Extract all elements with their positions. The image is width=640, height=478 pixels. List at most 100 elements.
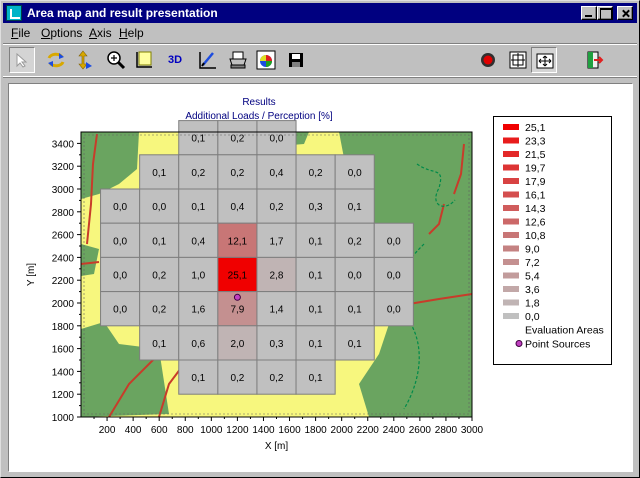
save-icon (289, 53, 303, 67)
y-tick-label: 1600 (52, 345, 75, 356)
cell-value-label: 0,2 (152, 271, 166, 282)
cell-value-label: 1,7 (270, 236, 284, 247)
x-axis-label: X [m] (265, 441, 289, 452)
legend-swatch (503, 299, 519, 306)
cell-value-label: 0,1 (191, 134, 205, 145)
legend-swatch (503, 137, 519, 144)
x-tick-label: 800 (177, 425, 194, 436)
axis-frame-icon (136, 51, 152, 68)
cell-value-label: 0,4 (270, 168, 284, 179)
menu-options-mnemonic: O (41, 26, 51, 40)
legend-label: 16,1 (525, 190, 546, 202)
close-button[interactable] (617, 6, 633, 20)
zoom-button[interactable] (103, 47, 129, 73)
point-source-marker (233, 293, 241, 301)
record-icon (481, 53, 495, 67)
cell-value-label: 0,1 (309, 339, 323, 350)
cell-value-label: 0,6 (191, 339, 205, 350)
cell-value-label: 0,0 (387, 271, 401, 282)
y-tick-label: 2200 (52, 276, 75, 287)
menu-help[interactable]: Help (119, 26, 144, 40)
legend-swatch (503, 245, 519, 252)
menu-file[interactable]: File (11, 26, 30, 40)
x-tick-label: 2800 (435, 425, 458, 436)
rotate-button[interactable] (43, 47, 69, 73)
axis-frame-button[interactable] (131, 47, 157, 73)
minimize-button[interactable] (581, 6, 597, 20)
legend-label: 19,7 (525, 163, 546, 175)
fit-view-icon (509, 51, 527, 69)
print-icon (229, 51, 247, 69)
cell-value-label: 0,0 (113, 202, 127, 213)
legend-swatch (503, 232, 519, 238)
fit-page-button[interactable] (531, 47, 557, 73)
title-bar[interactable]: Area map and result presentation (3, 3, 637, 23)
maximize-button[interactable] (597, 6, 613, 20)
x-tick-label: 2400 (383, 425, 406, 436)
cell-value-label: 7,9 (230, 305, 244, 316)
menu-help-rest: elp (127, 26, 144, 40)
legend-label: 0,0 (525, 311, 540, 323)
cell-value-label: 0,3 (309, 202, 323, 213)
legend-swatch (503, 218, 519, 225)
move-vertical-button[interactable] (71, 47, 97, 73)
vertical-arrows-icon (78, 50, 92, 70)
heatmap-plot[interactable]: 0,1 0,2 0,0 0,1 0,2 0,2 0,4 0,2 0,0 0,0 0,0 0,1 0,4 0… (9, 84, 497, 473)
menu-file-rest: ile (18, 26, 31, 40)
y-axis-label: Y [m] (26, 263, 37, 286)
cell-value-label: 0,0 (113, 236, 127, 247)
draw-button[interactable] (195, 47, 221, 73)
y-tick-label: 2400 (52, 253, 75, 264)
3d-icon: 3D (168, 54, 183, 66)
select-tool-button[interactable] (9, 47, 35, 73)
x-tick-label: 2000 (331, 425, 354, 436)
fit-view-button[interactable] (505, 47, 531, 73)
legend-point-sources: Point Sources (525, 339, 590, 351)
zoom-icon (107, 51, 126, 70)
legend-label: 1,8 (525, 298, 540, 310)
legend-label: 21,5 (525, 149, 546, 161)
cell-value-label: 0,1 (309, 271, 323, 282)
cell-value-label: 0,0 (152, 202, 166, 213)
menu-help-mnemonic: H (119, 26, 128, 40)
cell-value-label: 0,0 (348, 271, 362, 282)
cell-value-label: 0,0 (387, 236, 401, 247)
exit-button[interactable] (581, 47, 607, 73)
select-arrow-icon (16, 52, 28, 68)
save-button[interactable] (283, 47, 309, 73)
y-tick-label: 3200 (52, 162, 75, 173)
cell-value-label: 25,1 (228, 271, 248, 282)
cell-value-label: 0,0 (348, 168, 362, 179)
rotate-arrows-icon (47, 52, 65, 68)
result-canvas: Results Additional Loads / Perception [%… (8, 83, 633, 472)
cell-value-label: 12,1 (228, 236, 248, 247)
legend-label: 10,8 (525, 230, 546, 242)
legend-label: 3,6 (525, 284, 540, 296)
cell-value-label: 1,6 (191, 305, 205, 316)
cell-value-label: 0,2 (191, 168, 205, 179)
menu-options[interactable]: Options (41, 26, 82, 40)
print-button[interactable] (225, 47, 251, 73)
color-button[interactable] (253, 47, 279, 73)
record-button[interactable] (475, 47, 501, 73)
cell-value-label: 1,4 (270, 305, 284, 316)
cell-value-label: 0,1 (191, 373, 205, 384)
cell-value-label: 0,1 (152, 339, 166, 350)
y-tick-label: 1200 (52, 390, 75, 401)
app-icon[interactable] (6, 5, 22, 21)
menu-axis-mnemonic: A (89, 26, 98, 40)
x-tick-label: 3000 (461, 425, 484, 436)
legend-label: 23,3 (525, 136, 546, 148)
legend-swatch (503, 151, 519, 157)
legend-label: 5,4 (525, 271, 540, 283)
menu-axis[interactable]: Axis (89, 26, 112, 40)
legend-label: 7,2 (525, 257, 540, 269)
cell-value-label: 0,1 (152, 168, 166, 179)
cell-value-label: 0,1 (309, 373, 323, 384)
x-tick-label: 600 (151, 425, 168, 436)
cell-value-label: 1,0 (191, 271, 205, 282)
app-window: Area map and result presentation File Op… (0, 0, 640, 478)
cell-value-label: 0,1 (309, 236, 323, 247)
3d-view-button[interactable]: 3D (163, 47, 189, 73)
y-tick-label: 2000 (52, 299, 75, 310)
